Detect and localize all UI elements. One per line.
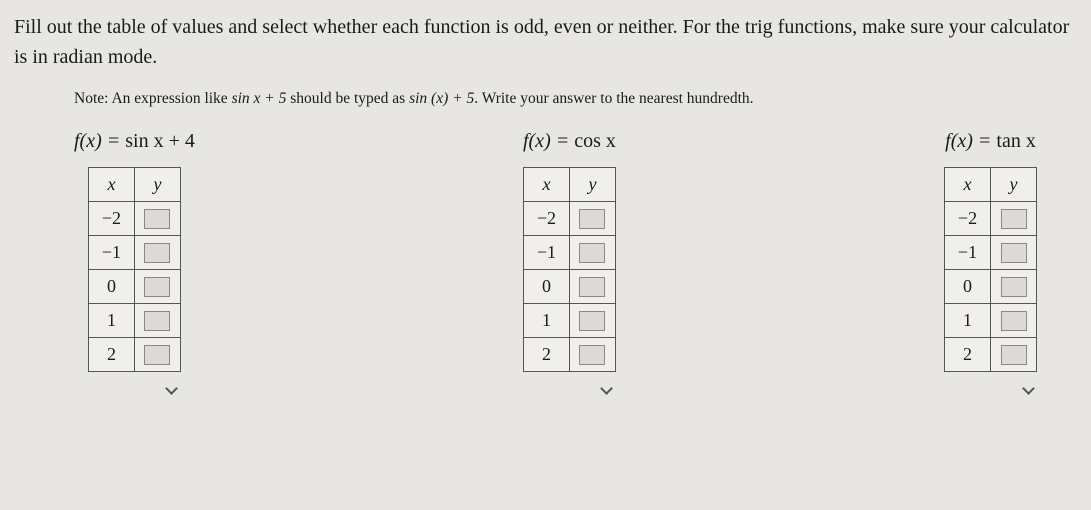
table-row: 2 xyxy=(945,338,1037,372)
y-cell xyxy=(134,270,180,304)
header-y: y xyxy=(991,168,1037,202)
values-table: x y −2 −1 0 1 2 xyxy=(944,167,1037,372)
header-x: x xyxy=(88,168,134,202)
chevron-down-icon xyxy=(1021,382,1037,398)
fn-expr: tan x xyxy=(996,130,1035,152)
y-cell xyxy=(134,236,180,270)
table-row: 1 xyxy=(523,304,615,338)
table-row: −2 xyxy=(88,202,180,236)
function-label: f(x) = cos x xyxy=(523,130,616,153)
y-input[interactable] xyxy=(579,209,605,229)
header-x: x xyxy=(523,168,569,202)
function-label: f(x) = tan x xyxy=(945,130,1036,153)
function-block: f(x) = tan x x y −2 −1 0 1 2 xyxy=(944,130,1037,398)
x-cell: 2 xyxy=(945,338,991,372)
table-row: 0 xyxy=(945,270,1037,304)
parity-dropdown[interactable] xyxy=(88,382,180,398)
fn-expr: cos x xyxy=(574,130,616,152)
x-cell: −2 xyxy=(523,202,569,236)
header-y: y xyxy=(569,168,615,202)
y-cell xyxy=(569,236,615,270)
y-input[interactable] xyxy=(1001,345,1027,365)
y-cell xyxy=(134,304,180,338)
table-header-row: x y xyxy=(88,168,180,202)
y-input[interactable] xyxy=(579,277,605,297)
note-suffix: . Write your answer to the nearest hundr… xyxy=(474,90,753,107)
note-prefix: Note: An expression like xyxy=(74,90,232,107)
fn-prefix: f(x) = xyxy=(945,130,996,152)
parity-dropdown[interactable] xyxy=(945,382,1037,398)
values-table: x y −2 −1 0 1 2 xyxy=(88,167,181,372)
table-row: 2 xyxy=(523,338,615,372)
y-input[interactable] xyxy=(144,277,170,297)
note-mid: should be typed as xyxy=(286,90,409,107)
x-cell: −1 xyxy=(945,236,991,270)
y-cell xyxy=(991,202,1037,236)
table-row: 0 xyxy=(523,270,615,304)
table-header-row: x y xyxy=(945,168,1037,202)
y-input[interactable] xyxy=(144,209,170,229)
x-cell: 2 xyxy=(88,338,134,372)
values-table: x y −2 −1 0 1 2 xyxy=(523,167,616,372)
x-cell: 0 xyxy=(945,270,991,304)
y-input[interactable] xyxy=(1001,209,1027,229)
x-cell: 2 xyxy=(523,338,569,372)
fn-expr: sin x + 4 xyxy=(125,130,195,152)
y-input[interactable] xyxy=(579,345,605,365)
y-cell xyxy=(991,270,1037,304)
note-expr2: sin (x) + 5 xyxy=(409,90,474,107)
y-cell xyxy=(991,304,1037,338)
x-cell: 0 xyxy=(88,270,134,304)
table-row: 0 xyxy=(88,270,180,304)
y-cell xyxy=(134,338,180,372)
y-input[interactable] xyxy=(579,243,605,263)
table-row: −2 xyxy=(945,202,1037,236)
y-cell xyxy=(569,202,615,236)
chevron-down-icon xyxy=(164,382,180,398)
x-cell: −1 xyxy=(88,236,134,270)
y-cell xyxy=(991,236,1037,270)
function-block: f(x) = sin x + 4 x y −2 −1 0 1 2 xyxy=(74,130,195,398)
table-header-row: x y xyxy=(523,168,615,202)
note-text: Note: An expression like sin x + 5 shoul… xyxy=(14,90,1077,108)
x-cell: −2 xyxy=(945,202,991,236)
fn-prefix: f(x) = xyxy=(74,130,125,152)
table-row: −1 xyxy=(945,236,1037,270)
header-x: x xyxy=(945,168,991,202)
table-row: 1 xyxy=(88,304,180,338)
y-input[interactable] xyxy=(1001,277,1027,297)
instructions-text: Fill out the table of values and select … xyxy=(14,12,1077,72)
y-cell xyxy=(569,338,615,372)
y-cell xyxy=(569,304,615,338)
fn-prefix: f(x) = xyxy=(523,130,574,152)
header-y: y xyxy=(134,168,180,202)
x-cell: 1 xyxy=(523,304,569,338)
x-cell: 1 xyxy=(945,304,991,338)
chevron-down-icon xyxy=(599,382,615,398)
y-input[interactable] xyxy=(579,311,605,331)
function-block: f(x) = cos x x y −2 −1 0 1 2 xyxy=(523,130,616,398)
table-row: −1 xyxy=(523,236,615,270)
y-cell xyxy=(134,202,180,236)
table-row: −1 xyxy=(88,236,180,270)
y-input[interactable] xyxy=(144,311,170,331)
table-row: −2 xyxy=(523,202,615,236)
y-cell xyxy=(569,270,615,304)
x-cell: 1 xyxy=(88,304,134,338)
x-cell: 0 xyxy=(523,270,569,304)
table-row: 1 xyxy=(945,304,1037,338)
function-label: f(x) = sin x + 4 xyxy=(74,130,195,153)
functions-row: f(x) = sin x + 4 x y −2 −1 0 1 2 f(x) = … xyxy=(14,130,1077,398)
y-input[interactable] xyxy=(144,243,170,263)
note-expr1: sin x + 5 xyxy=(232,90,287,107)
y-input[interactable] xyxy=(1001,311,1027,331)
x-cell: −1 xyxy=(523,236,569,270)
y-input[interactable] xyxy=(1001,243,1027,263)
y-cell xyxy=(991,338,1037,372)
x-cell: −2 xyxy=(88,202,134,236)
parity-dropdown[interactable] xyxy=(523,382,615,398)
y-input[interactable] xyxy=(144,345,170,365)
table-row: 2 xyxy=(88,338,180,372)
